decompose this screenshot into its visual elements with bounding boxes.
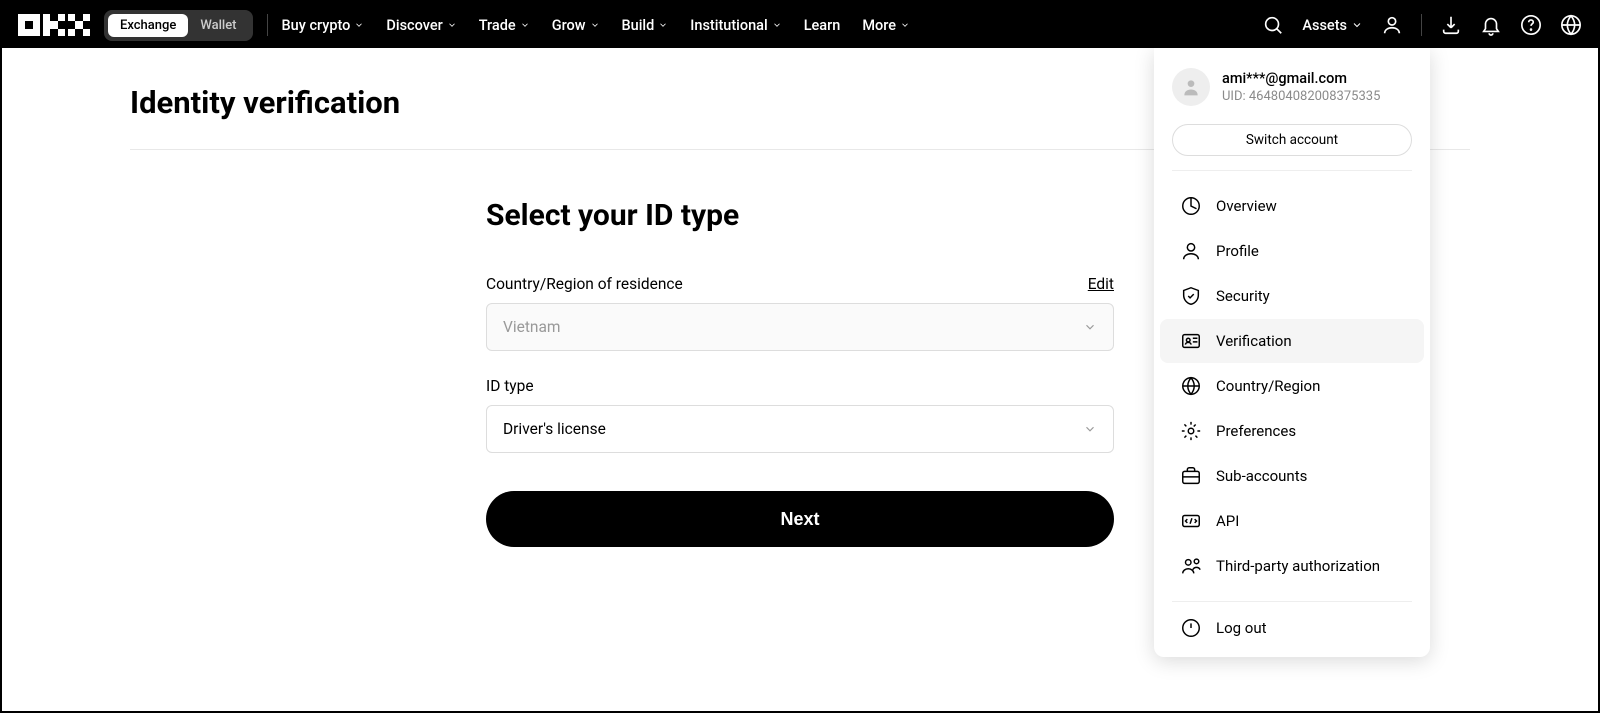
country-select[interactable]: Vietnam	[486, 303, 1114, 351]
menu-item-profile[interactable]: Profile	[1160, 229, 1424, 273]
nav-item-build[interactable]: Build	[622, 17, 669, 34]
country-icon	[1180, 375, 1202, 397]
mode-toggle: Exchange Wallet	[104, 10, 253, 41]
next-button[interactable]: Next	[486, 491, 1114, 547]
account-header: ami***@gmail.com UID: 464804082008375335	[1154, 64, 1430, 120]
chevron-down-icon	[658, 20, 668, 30]
chevron-down-icon	[590, 20, 600, 30]
menu-label: API	[1216, 512, 1239, 530]
security-icon	[1180, 285, 1202, 307]
chevron-down-icon	[1083, 320, 1097, 334]
nav-item-discover[interactable]: Discover	[386, 17, 456, 34]
nav-item-grow[interactable]: Grow	[552, 17, 600, 34]
mode-exchange-button[interactable]: Exchange	[108, 14, 188, 37]
account-dropdown: ami***@gmail.com UID: 464804082008375335…	[1154, 48, 1430, 657]
download-icon[interactable]	[1440, 14, 1462, 36]
id-form: Select your ID type Country/Region of re…	[486, 198, 1114, 547]
profile-icon	[1180, 240, 1202, 262]
nav-label: Buy crypto	[282, 17, 351, 34]
idtype-select[interactable]: Driver's license	[486, 405, 1114, 453]
menu-label: Country/Region	[1216, 377, 1320, 395]
nav-label: Discover	[386, 17, 442, 34]
chevron-down-icon	[520, 20, 530, 30]
country-value: Vietnam	[503, 318, 561, 336]
nav-label: Build	[622, 17, 655, 34]
menu-item-verification[interactable]: Verification	[1160, 319, 1424, 363]
menu-label: Third-party authorization	[1216, 557, 1380, 575]
nav-divider-2	[1421, 14, 1422, 36]
header-right: Assets	[1262, 14, 1582, 36]
nav-item-institutional[interactable]: Institutional	[690, 17, 781, 34]
menu-item-api[interactable]: API	[1160, 499, 1424, 543]
idtype-value: Driver's license	[503, 420, 606, 438]
nav-label: Institutional	[690, 17, 767, 34]
menu-item-logout[interactable]: Log out	[1160, 606, 1424, 650]
nav-item-more[interactable]: More	[862, 17, 910, 34]
menu-item-preferences[interactable]: Preferences	[1160, 409, 1424, 453]
edit-country-link[interactable]: Edit	[1088, 275, 1114, 293]
menu-label-logout: Log out	[1216, 619, 1267, 637]
menu-item-security[interactable]: Security	[1160, 274, 1424, 318]
subaccounts-icon	[1180, 465, 1202, 487]
nav-item-learn[interactable]: Learn	[804, 17, 841, 34]
menu-item-overview[interactable]: Overview	[1160, 184, 1424, 228]
menu-divider	[1172, 601, 1412, 602]
overview-icon	[1180, 195, 1202, 217]
preferences-icon	[1180, 420, 1202, 442]
search-icon[interactable]	[1262, 14, 1284, 36]
menu-label: Sub-accounts	[1216, 467, 1307, 485]
country-label: Country/Region of residence	[486, 275, 683, 293]
menu-label: Overview	[1216, 197, 1277, 215]
okx-logo[interactable]	[18, 14, 90, 36]
chevron-down-icon	[447, 20, 457, 30]
account-email: ami***@gmail.com	[1222, 70, 1380, 87]
menu-label: Verification	[1216, 332, 1292, 350]
assets-menu[interactable]: Assets	[1302, 17, 1363, 34]
chevron-down-icon	[354, 20, 364, 30]
profile-icon[interactable]	[1381, 14, 1403, 36]
menu-divider	[1172, 170, 1412, 171]
menu-label: Preferences	[1216, 422, 1296, 440]
top-header: Exchange Wallet Buy crypto Discover Trade G…	[2, 2, 1598, 48]
idtype-label: ID type	[486, 377, 1114, 395]
assets-label: Assets	[1302, 17, 1347, 34]
nav-item-trade[interactable]: Trade	[479, 17, 530, 34]
page-body: Identity verification Select your ID typ…	[2, 48, 1598, 583]
chevron-down-icon	[1083, 422, 1097, 436]
api-icon	[1180, 510, 1202, 532]
nav-label: Grow	[552, 17, 586, 34]
account-uid: UID: 464804082008375335	[1222, 89, 1380, 104]
help-icon[interactable]	[1520, 14, 1542, 36]
menu-item-thirdparty[interactable]: Third-party authorization	[1160, 544, 1424, 588]
avatar	[1172, 68, 1210, 106]
notifications-icon[interactable]	[1480, 14, 1502, 36]
mode-wallet-button[interactable]: Wallet	[188, 14, 248, 37]
menu-item-country[interactable]: Country/Region	[1160, 364, 1424, 408]
thirdparty-icon	[1180, 555, 1202, 577]
verification-icon	[1180, 330, 1202, 352]
nav-label: More	[862, 17, 896, 34]
form-title: Select your ID type	[486, 198, 1114, 233]
menu-label: Profile	[1216, 242, 1259, 260]
menu-label: Security	[1216, 287, 1270, 305]
primary-nav: Buy crypto Discover Trade Grow Build Institut…	[282, 17, 910, 34]
account-menu-list: Overview Profile Security Verification Count…	[1154, 175, 1430, 597]
nav-label: Learn	[804, 17, 841, 34]
menu-item-subaccounts[interactable]: Sub-accounts	[1160, 454, 1424, 498]
switch-account-button[interactable]: Switch account	[1172, 124, 1412, 156]
chevron-down-icon	[772, 20, 782, 30]
language-icon[interactable]	[1560, 14, 1582, 36]
nav-item-buy-crypto[interactable]: Buy crypto	[282, 17, 365, 34]
nav-label: Trade	[479, 17, 516, 34]
nav-divider	[267, 14, 268, 36]
chevron-down-icon	[900, 20, 910, 30]
